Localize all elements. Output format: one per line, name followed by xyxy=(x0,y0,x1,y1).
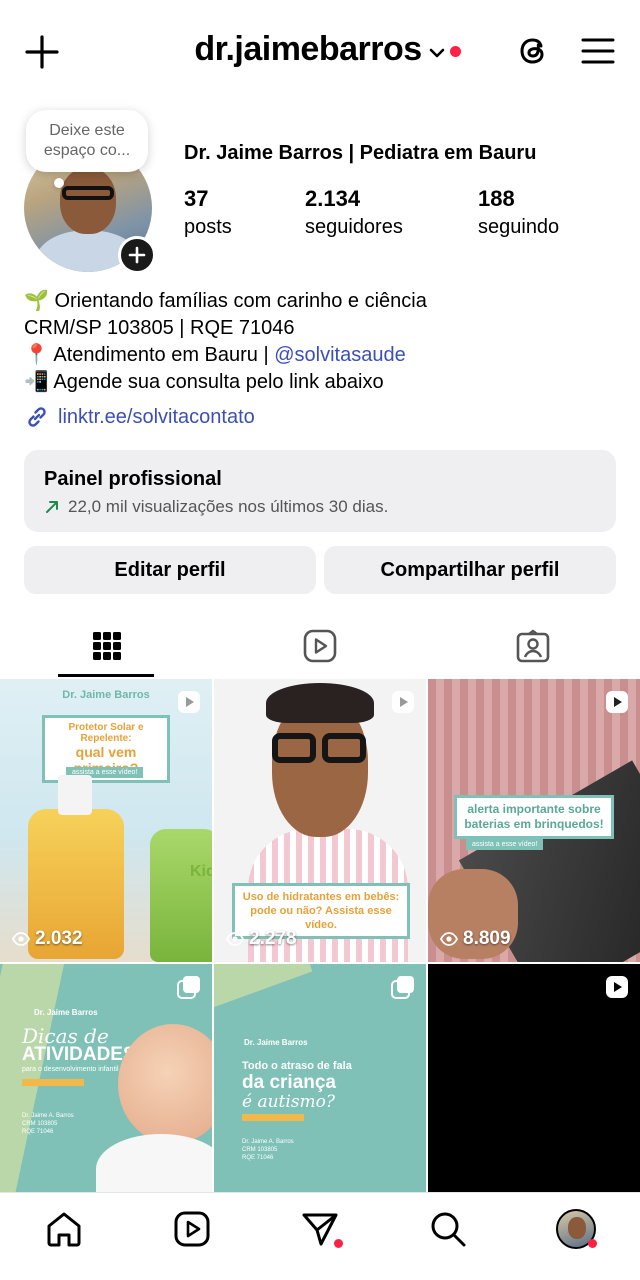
doctor-hair xyxy=(266,683,374,723)
note-placeholder: Deixe este espaço co... xyxy=(43,122,131,159)
tagged-icon xyxy=(516,629,549,663)
post-thumbnail[interactable]: Uso de hidratantes em bebês: pode ou não… xyxy=(214,679,426,962)
threads-icon[interactable] xyxy=(514,32,552,70)
add-story-button[interactable] xyxy=(118,236,156,274)
post-thumbnail[interactable]: Dr. Jaime Barros Dicas de ATIVIDADES par… xyxy=(0,964,212,1192)
stat-value: 37 xyxy=(184,186,209,211)
stat-followers[interactable]: 2.134 seguidores xyxy=(305,186,403,239)
panel-title: Painel profissional xyxy=(44,468,222,490)
stat-following[interactable]: 188 seguindo xyxy=(478,186,559,239)
post-thumbnail[interactable]: Dr. Jaime Barros Protetor Solar e Repele… xyxy=(0,679,212,962)
baby-image xyxy=(118,1024,212,1144)
pin-emoji: 📍 xyxy=(24,344,49,366)
stat-label: seguindo xyxy=(478,216,560,238)
post-brand: Dr. Jaime Barros xyxy=(244,1038,308,1047)
professional-dashboard[interactable]: Painel profissional 22,0 mil visualizaçõ… xyxy=(24,450,616,532)
home-icon[interactable] xyxy=(44,1209,84,1249)
profile-tabs xyxy=(0,614,640,678)
profile-name: Dr. Jaime Barros | Pediatra em Bauru xyxy=(184,142,537,164)
eye-icon xyxy=(440,932,458,946)
profile-bio: 🌱 Orientando famílias com carinho e ciên… xyxy=(24,288,427,396)
post-cta: assista a esse vídeo! xyxy=(466,839,544,850)
note-bubble[interactable]: Deixe este espaço co... xyxy=(26,110,148,172)
post-thumbnail[interactable]: alerta importante sobre baterias em brin… xyxy=(428,679,640,962)
reels-icon[interactable] xyxy=(172,1209,212,1249)
tab-reels[interactable] xyxy=(213,614,426,678)
reel-icon xyxy=(606,976,628,998)
chevron-down-icon xyxy=(429,48,444,58)
view-count: 2.032 xyxy=(12,928,83,950)
stat-posts[interactable]: 37 posts xyxy=(184,186,232,239)
bio-line: CRM/SP 103805 | RQE 71046 xyxy=(24,317,295,339)
plus-icon xyxy=(128,246,146,264)
repellent-bottle xyxy=(150,829,212,962)
menu-icon[interactable] xyxy=(580,34,616,68)
reel-icon xyxy=(392,691,414,713)
reels-icon xyxy=(303,629,336,663)
notification-dot xyxy=(450,46,461,57)
bio-line: 🌱 Orientando famílias com carinho e ciên… xyxy=(24,290,427,312)
username: dr.jaimebarros xyxy=(194,30,422,68)
carousel-icon xyxy=(391,976,414,999)
post-thumbnail[interactable]: Dr. Jaime Barros Todo o atraso de fala d… xyxy=(214,964,426,1192)
glasses-left xyxy=(272,733,316,763)
bio-mention-link[interactable]: @solvitasaude xyxy=(274,344,405,366)
view-count: 8.809 xyxy=(440,928,511,950)
post-thumbnail[interactable] xyxy=(428,964,640,1192)
towel-image xyxy=(96,1134,212,1192)
tab-tagged[interactable] xyxy=(426,614,639,678)
note-bubble-tail xyxy=(54,178,64,188)
grid-icon xyxy=(92,632,121,660)
posts-grid: Dr. Jaime Barros Protetor Solar e Repele… xyxy=(0,679,640,1192)
stat-value: 2.134 xyxy=(305,186,361,211)
glasses-right xyxy=(322,733,366,763)
bottom-navigation xyxy=(0,1192,640,1280)
phone-emoji: 📲 xyxy=(24,371,49,393)
panel-subtitle: 22,0 mil visualizações nos últimos 30 di… xyxy=(44,497,596,517)
top-bar: dr.jaimebarros xyxy=(0,0,640,104)
active-tab-indicator xyxy=(58,674,154,677)
link-icon xyxy=(28,407,46,427)
search-icon[interactable] xyxy=(428,1209,468,1249)
carousel-icon xyxy=(177,976,200,999)
link-text: linktr.ee/solvitacontato xyxy=(58,405,255,428)
share-profile-button[interactable]: Compartilhar perfil xyxy=(324,546,616,594)
post-brand: Dr. Jaime Barros xyxy=(34,1008,98,1017)
edit-profile-button[interactable]: Editar perfil xyxy=(24,546,316,594)
bio-external-link[interactable]: linktr.ee/solvitacontato xyxy=(24,404,255,430)
post-caption-box: alerta importante sobre baterias em brin… xyxy=(454,795,614,839)
bio-line: 📲 Agende sua consulta pelo link abaixo xyxy=(24,371,384,393)
notification-dot xyxy=(588,1239,597,1248)
tab-posts-grid[interactable] xyxy=(0,614,213,678)
reel-icon xyxy=(178,691,200,713)
bio-line: 📍 Atendimento em Bauru | @solvitasaude xyxy=(24,344,406,366)
seedling-emoji: 🌱 xyxy=(24,290,49,312)
trending-up-icon xyxy=(46,501,58,513)
stat-value: 188 xyxy=(478,186,515,211)
notification-dot xyxy=(334,1239,343,1248)
stat-label: posts xyxy=(184,216,232,238)
eye-icon xyxy=(12,932,30,946)
view-count: 2.278 xyxy=(226,928,297,950)
stat-label: seguidores xyxy=(305,216,403,238)
eye-icon xyxy=(226,932,244,946)
reel-icon xyxy=(606,691,628,713)
